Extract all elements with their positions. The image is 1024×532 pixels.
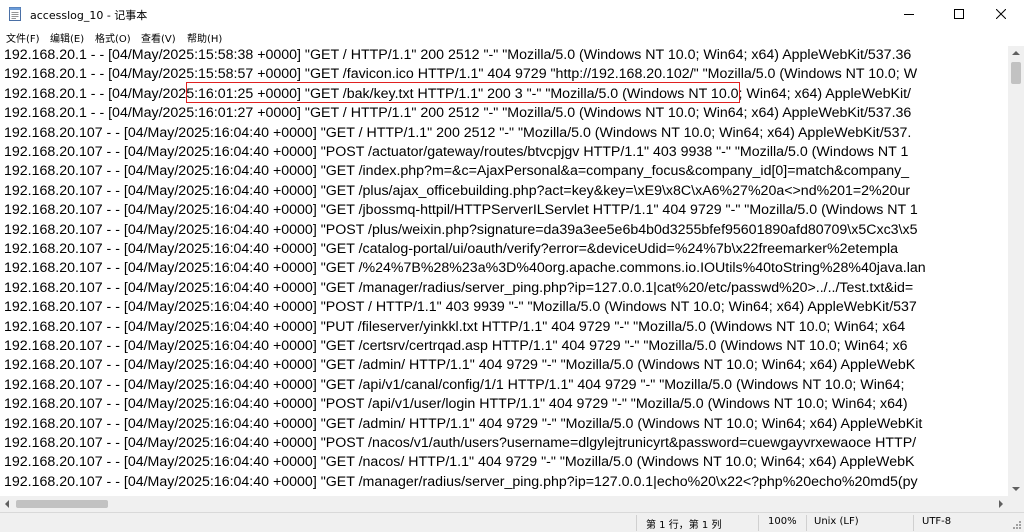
log-line: 192.168.20.107 - - [04/May/2025:16:04:40… xyxy=(4,435,917,451)
line-ending: Unix (LF) xyxy=(814,516,859,527)
text-editor[interactable]: 192.168.20.1 - - [04/May/2025:15:58:38 +… xyxy=(0,46,1008,496)
log-line: 192.168.20.107 - - [04/May/2025:16:04:40… xyxy=(4,299,917,316)
chevron-left-icon xyxy=(5,500,9,508)
menu-help[interactable]: 帮助(H) xyxy=(187,30,222,45)
resize-grip-icon[interactable] xyxy=(1012,520,1022,530)
status-divider xyxy=(913,515,914,531)
log-line: 192.168.20.107 - - [04/May/2025:16:04:40… xyxy=(4,221,918,238)
horizontal-scroll-thumb[interactable] xyxy=(16,500,108,508)
chevron-down-icon xyxy=(1012,487,1020,491)
title-bar: accesslog_10 - 记事本 xyxy=(0,0,1024,28)
window-title: accesslog_10 - 记事本 xyxy=(30,9,148,22)
log-line: 192.168.20.107 - - [04/May/2025:16:04:40… xyxy=(4,202,918,219)
status-bar: 第 1 行，第 1 列 100% Unix (LF) UTF-8 xyxy=(0,512,1024,532)
log-line: 192.168.20.107 - - [04/May/2025:16:04:40… xyxy=(4,454,915,471)
log-line: 192.168.20.1 - - [04/May/2025:15:58:57 +… xyxy=(4,66,918,83)
menu-format[interactable]: 格式(O) xyxy=(95,30,131,45)
log-line: 192.168.20.107 - - [04/May/2025:16:04:40… xyxy=(4,163,910,180)
menu-file[interactable]: 文件(F) xyxy=(6,30,40,45)
maximize-button[interactable] xyxy=(936,0,982,28)
status-divider xyxy=(758,515,759,531)
vertical-scroll-thumb[interactable] xyxy=(1011,62,1021,84)
log-line: 192.168.20.1 - - [04/May/2025:16:01:27 +… xyxy=(4,105,912,122)
scroll-right-button[interactable] xyxy=(994,496,1008,512)
log-line: 192.168.20.107 - - [04/May/2025:16:04:40… xyxy=(4,124,912,141)
scroll-up-button[interactable] xyxy=(1008,46,1024,60)
log-line: 192.168.20.107 - - [04/May/2025:16:04:40… xyxy=(4,279,914,296)
log-line: 192.168.20.107 - - [04/May/2025:16:04:40… xyxy=(4,260,926,277)
zoom-level: 100% xyxy=(768,516,797,527)
scroll-down-button[interactable] xyxy=(1008,482,1024,496)
log-line: 192.168.20.1 - - [04/May/2025:15:58:38 +… xyxy=(4,47,912,63)
menu-bar: 文件(F) 编辑(E) 格式(O) 查看(V) 帮助(H) xyxy=(0,28,1024,46)
log-line: 192.168.20.107 - - [04/May/2025:16:04:40… xyxy=(4,318,906,335)
menu-edit[interactable]: 编辑(E) xyxy=(50,30,84,45)
chevron-right-icon xyxy=(999,500,1003,508)
vertical-scrollbar[interactable] xyxy=(1008,46,1024,496)
log-line: 192.168.20.107 - - [04/May/2025:16:04:40… xyxy=(4,144,909,160)
cursor-position: 第 1 行，第 1 列 xyxy=(646,520,722,531)
notepad-app-icon xyxy=(9,7,21,21)
log-line: 192.168.20.107 - - [04/May/2025:16:04:40… xyxy=(4,415,923,432)
log-line: 192.168.20.107 - - [04/May/2025:16:04:40… xyxy=(4,182,911,199)
log-line: 192.168.20.1 - - [04/May/2025:16:01:25 +… xyxy=(4,85,911,102)
minimize-button[interactable] xyxy=(886,0,932,28)
close-button[interactable] xyxy=(978,0,1024,28)
menu-view[interactable]: 查看(V) xyxy=(141,30,176,45)
scroll-left-button[interactable] xyxy=(0,496,14,512)
log-line: 192.168.20.107 - - [04/May/2025:16:04:40… xyxy=(4,396,908,413)
status-divider xyxy=(806,515,807,531)
log-line: 192.168.20.107 - - [04/May/2025:16:04:40… xyxy=(4,338,908,354)
chevron-up-icon xyxy=(1012,51,1020,55)
maximize-icon xyxy=(954,9,964,19)
horizontal-scrollbar[interactable] xyxy=(0,496,1008,512)
log-line: 192.168.20.107 - - [04/May/2025:16:04:40… xyxy=(4,357,916,374)
log-line: 192.168.20.107 - - [04/May/2025:16:04:40… xyxy=(4,376,905,393)
status-divider xyxy=(636,515,637,531)
log-line: 192.168.20.107 - - [04/May/2025:16:04:40… xyxy=(4,241,899,257)
encoding: UTF-8 xyxy=(922,516,952,527)
log-line: 192.168.20.107 - - [04/May/2025:16:04:40… xyxy=(4,473,918,490)
close-icon xyxy=(996,9,1006,19)
scrollbar-corner xyxy=(1008,496,1024,512)
minimize-icon xyxy=(904,14,914,15)
